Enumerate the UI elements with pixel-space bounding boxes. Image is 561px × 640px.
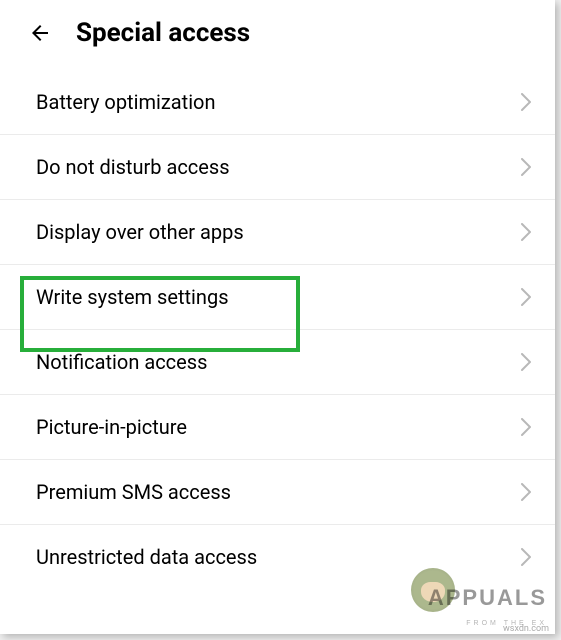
list-item-label: Display over other apps xyxy=(36,220,244,244)
list-item-label: Unrestricted data access xyxy=(36,545,257,569)
list-item-label: Battery optimization xyxy=(36,90,216,114)
chevron-right-icon xyxy=(521,288,531,306)
item-notification-access[interactable]: Notification access xyxy=(0,330,555,395)
list-item-label: Notification access xyxy=(36,350,207,374)
chevron-right-icon xyxy=(521,548,531,566)
watermark-brand: APPUALS xyxy=(428,585,547,610)
item-do-not-disturb-access[interactable]: Do not disturb access xyxy=(0,135,555,200)
source-attribution: wsxdn.com xyxy=(503,624,549,634)
page-title: Special access xyxy=(76,18,250,48)
item-battery-optimization[interactable]: Battery optimization xyxy=(0,70,555,135)
settings-list: Battery optimization Do not disturb acce… xyxy=(0,70,555,589)
list-item-label: Do not disturb access xyxy=(36,155,230,179)
back-arrow-icon xyxy=(28,20,52,46)
item-picture-in-picture[interactable]: Picture-in-picture xyxy=(0,395,555,460)
chevron-right-icon xyxy=(521,158,531,176)
chevron-right-icon xyxy=(521,418,531,436)
settings-screen: Special access Battery optimization Do n… xyxy=(0,0,555,634)
header-bar: Special access xyxy=(0,0,555,70)
item-display-over-other-apps[interactable]: Display over other apps xyxy=(0,200,555,265)
back-button[interactable] xyxy=(28,21,52,45)
list-item-label: Picture-in-picture xyxy=(36,415,187,439)
chevron-right-icon xyxy=(521,353,531,371)
item-write-system-settings[interactable]: Write system settings xyxy=(0,265,555,330)
watermark-text: APPUALS FROM THE EX xyxy=(428,588,547,628)
chevron-right-icon xyxy=(521,223,531,241)
chevron-right-icon xyxy=(521,93,531,111)
item-unrestricted-data-access[interactable]: Unrestricted data access xyxy=(0,525,555,589)
item-premium-sms-access[interactable]: Premium SMS access xyxy=(0,460,555,525)
chevron-right-icon xyxy=(521,483,531,501)
list-item-label: Write system settings xyxy=(36,285,229,309)
list-item-label: Premium SMS access xyxy=(36,480,231,504)
